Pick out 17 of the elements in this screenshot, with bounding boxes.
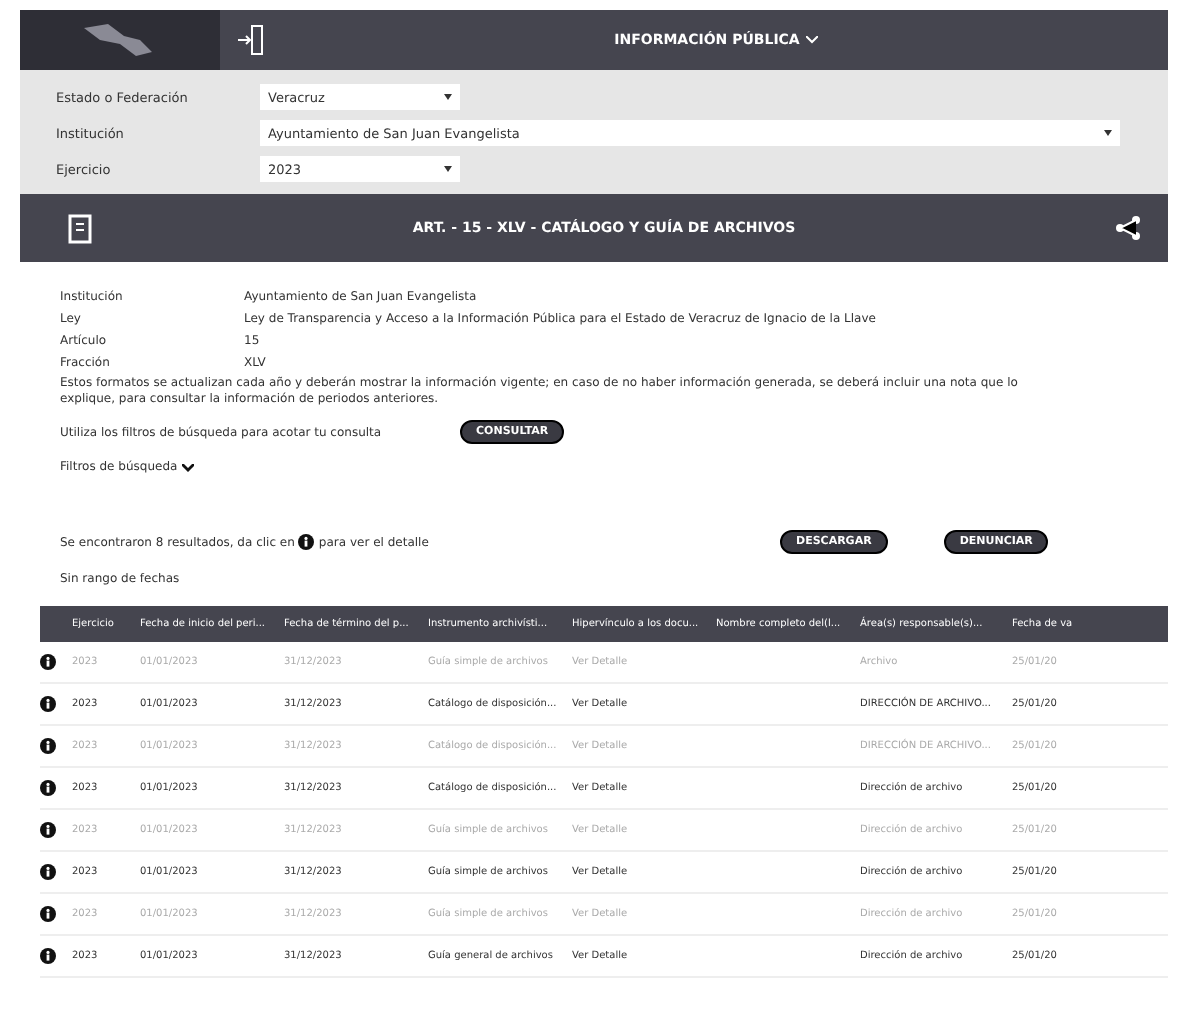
share-icon[interactable] <box>1116 216 1140 240</box>
info-icon[interactable] <box>40 738 56 754</box>
chevron-icon <box>181 463 194 471</box>
info-icon[interactable] <box>40 696 56 712</box>
info-icon[interactable] <box>40 906 56 922</box>
info-icon[interactable] <box>40 864 56 880</box>
caret-icon <box>444 94 452 100</box>
chevron-down-icon <box>805 36 818 44</box>
info-icon[interactable] <box>40 948 56 964</box>
info-icon[interactable] <box>40 822 56 838</box>
document-icon <box>68 213 92 243</box>
caret-icon <box>444 166 452 172</box>
info-icon[interactable] <box>40 780 56 796</box>
sidebar-toggle-icon[interactable] <box>236 24 264 56</box>
info-icon[interactable] <box>298 534 315 550</box>
info-icon[interactable] <box>40 654 56 670</box>
caret-icon <box>1104 130 1112 136</box>
